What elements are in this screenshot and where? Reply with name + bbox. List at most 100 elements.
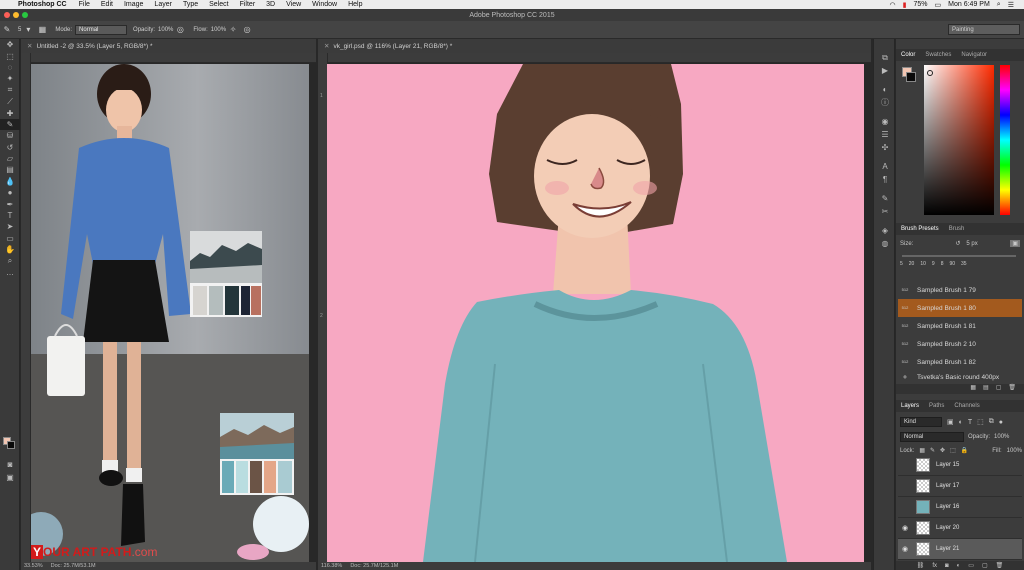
brush-preset-row[interactable]: 512 Sampled Brush 2 10 — [898, 335, 1022, 353]
lock-transparency-icon[interactable]: ▦ — [919, 447, 925, 454]
mode-select[interactable]: Normal — [75, 24, 128, 35]
brush-tool-icon[interactable]: ✎ — [0, 118, 20, 131]
toggle-brush-panel-icon[interactable]: ▦ — [35, 25, 49, 34]
hue-slider[interactable] — [1000, 65, 1010, 215]
fill-value[interactable]: 100% — [1007, 448, 1022, 454]
blur-tool-icon[interactable]: 💧 — [0, 176, 20, 187]
menu-filter[interactable]: Filter — [240, 1, 256, 8]
zoom-tool-icon[interactable]: ⌕ — [0, 255, 20, 266]
eyedropper-tool-icon[interactable]: ⟋ — [0, 96, 20, 107]
flag-icon[interactable]: ▮ — [903, 1, 907, 9]
quick-select-tool-icon[interactable]: ✦ — [0, 73, 20, 84]
brush-preset-row[interactable]: 512 Sampled Brush 1 79 — [898, 281, 1022, 299]
shape-tool-icon[interactable]: ▭ — [0, 233, 20, 244]
layer-opacity-value[interactable]: 100% — [994, 434, 1009, 440]
opacity-value[interactable]: 100% — [158, 27, 173, 33]
pressure-opacity-icon[interactable]: ◎ — [173, 25, 187, 34]
pressure-size-icon[interactable]: ◎ — [240, 25, 254, 34]
workspace-select[interactable]: Painting — [948, 24, 1020, 35]
color-picker-field[interactable] — [924, 65, 994, 215]
info-icon[interactable]: ⓘ — [874, 96, 896, 109]
pen-tool-icon[interactable]: ✒ — [0, 198, 20, 209]
preset-thumb[interactable]: 35 — [961, 261, 967, 267]
paragraph-icon[interactable]: ¶ — [874, 173, 896, 186]
actions-play-icon[interactable]: ▶ — [874, 64, 896, 77]
tab-color[interactable]: Color — [896, 52, 920, 58]
layer-style-icon[interactable]: fx — [932, 563, 937, 569]
color-panel-background[interactable] — [906, 72, 916, 82]
preset-thumb[interactable]: 90 — [949, 261, 955, 267]
styles-icon[interactable]: ◉ — [874, 115, 896, 128]
tool-presets-icon[interactable]: ✂ — [874, 205, 896, 218]
healing-brush-icon[interactable]: ✚ — [0, 107, 20, 118]
screen-mode-icon[interactable]: ▣ — [0, 472, 20, 483]
brush-preset-picker-icon[interactable]: ▾ — [21, 25, 35, 34]
tab-brush-presets[interactable]: Brush Presets — [896, 226, 944, 232]
app-menu[interactable]: Photoshop CC — [18, 1, 67, 8]
layer-row[interactable]: Layer 15 — [898, 455, 1022, 476]
menu-view[interactable]: View — [286, 1, 301, 8]
filter-shape-icon[interactable]: ⬚ — [977, 418, 984, 426]
brush-size-value[interactable]: 5 px — [966, 241, 977, 247]
wifi-icon[interactable]: ◠ — [890, 1, 896, 9]
menu-image[interactable]: Image — [124, 1, 143, 8]
brush-preset-row[interactable]: 512 Sampled Brush 1 81 — [898, 317, 1022, 335]
doc-tab-untitled[interactable]: ✕ Untitled -2 @ 33.5% (Layer 5, RGB/8*) … — [21, 39, 316, 53]
brush-preset-row[interactable]: ◍ Tsvetka's Basic round 400px — [898, 371, 1022, 383]
preset-thumb[interactable]: 10 — [920, 261, 926, 267]
tab-layers[interactable]: Layers — [896, 403, 924, 409]
type-tool-icon[interactable]: T — [0, 210, 20, 221]
menu-edit[interactable]: Edit — [101, 1, 113, 8]
layer-kind-filter[interactable]: Kind — [900, 417, 942, 427]
zoom-window-button[interactable] — [22, 12, 28, 18]
preset-thumb[interactable]: 8 — [941, 261, 944, 267]
reference-canvas[interactable] — [31, 64, 309, 562]
brush-grid-icon[interactable]: ▤ — [983, 384, 989, 394]
timeline-icon[interactable]: ◍ — [874, 237, 896, 250]
delete-layer-icon[interactable]: 🗑 — [996, 562, 1004, 569]
doc-size-right[interactable]: Doc: 25.7M/125.1M — [350, 563, 398, 569]
new-preset-icon[interactable]: ▢ — [996, 384, 1002, 394]
tab-channels[interactable]: Channels — [949, 403, 984, 409]
zoom-level-left[interactable]: 33.53% — [24, 563, 43, 569]
brush-preset-row[interactable]: 512 Sampled Brush 1 82 — [898, 353, 1022, 371]
search-icon[interactable]: ⌕ — [997, 1, 1001, 9]
dodge-tool-icon[interactable]: ● — [0, 187, 20, 198]
move-tool-icon[interactable]: ✥ — [0, 39, 20, 50]
minimize-window-button[interactable] — [13, 12, 19, 18]
link-layers-icon[interactable]: ⛓ — [917, 562, 925, 569]
filter-pixel-icon[interactable]: ▣ — [947, 418, 954, 426]
filter-toggle-icon[interactable]: ● — [999, 419, 1003, 426]
close-tab-icon[interactable]: ✕ — [27, 42, 32, 50]
eye-icon[interactable]: ◉ — [898, 524, 912, 532]
preset-thumb[interactable]: 5 — [900, 261, 903, 267]
marquee-tool-icon[interactable]: ⬚ — [0, 50, 20, 61]
add-mask-icon[interactable]: ◙ — [945, 563, 949, 569]
tab-brush[interactable]: Brush — [944, 226, 970, 232]
clone-stamp-icon[interactable]: ⛁ — [0, 130, 20, 141]
gradient-tool-icon[interactable]: ▤ — [0, 164, 20, 175]
airbrush-icon[interactable]: ✧ — [226, 25, 240, 34]
lock-position-icon[interactable]: ✥ — [940, 447, 945, 454]
lock-artboard-icon[interactable]: ⬚ — [950, 447, 956, 454]
menu-list-icon[interactable]: ☰ — [1008, 1, 1014, 9]
brush-preset-row-active[interactable]: 512 Sampled Brush 1 80 — [898, 299, 1022, 317]
brush-settings-icon[interactable]: ▦ — [970, 384, 976, 394]
doc-size-left[interactable]: Doc: 25.7M/53.1M — [51, 563, 96, 569]
brush-size-slider[interactable] — [902, 255, 1016, 257]
filter-smart-icon[interactable]: ⧉ — [989, 418, 994, 426]
crop-tool-icon[interactable]: ⌗ — [0, 85, 20, 96]
lock-all-icon[interactable]: 🔒 — [961, 447, 968, 454]
layer-row[interactable]: Layer 17 — [898, 476, 1022, 497]
tab-swatches[interactable]: Swatches — [920, 52, 956, 58]
new-brush-icon[interactable]: ▣ — [1010, 240, 1020, 247]
more-tools-icon[interactable]: … — [0, 267, 20, 278]
menu-3d[interactable]: 3D — [266, 1, 275, 8]
color-picker-cursor[interactable] — [927, 70, 933, 76]
menu-type[interactable]: Type — [183, 1, 198, 8]
blend-mode-select[interactable]: Normal — [900, 432, 964, 442]
path-select-icon[interactable]: ➤ — [0, 221, 20, 232]
menu-help[interactable]: Help — [348, 1, 362, 8]
menu-file[interactable]: File — [79, 1, 90, 8]
menu-layer[interactable]: Layer — [154, 1, 172, 8]
